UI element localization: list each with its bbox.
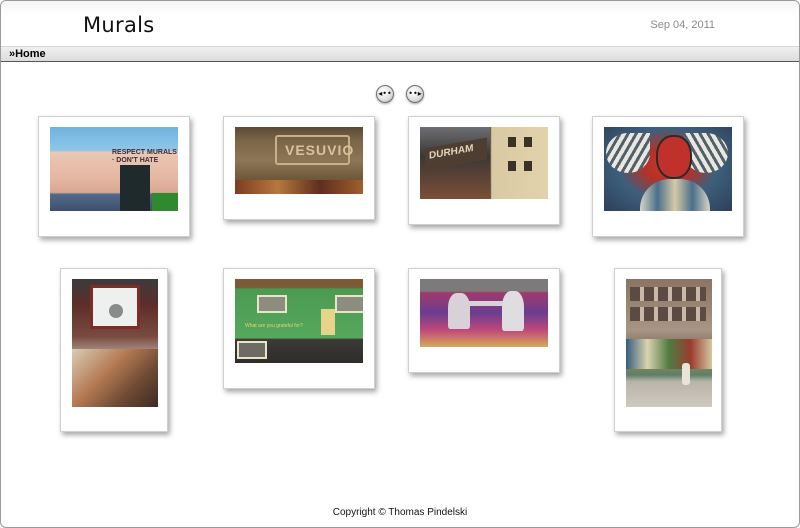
home-link[interactable]: »Home (9, 48, 46, 60)
red-face-mural-photo[interactable] (604, 127, 732, 211)
green-building-photo[interactable]: What are you grateful for? (235, 279, 363, 363)
thumbnail-card[interactable]: RESPECT MURALS · DON'T HATE (38, 116, 190, 237)
page-header: Murals Sep 04, 2011 (1, 1, 799, 47)
mural-text: RESPECT MURALS · DON'T HATE (112, 149, 177, 164)
page-title: Murals (83, 13, 155, 37)
two-faces-mural-photo[interactable] (420, 279, 548, 347)
arrow-right-circle-icon: ••▸ (408, 89, 422, 98)
street-graffiti-photo[interactable] (626, 279, 712, 407)
thumbnail-card[interactable]: VESUVIO (223, 116, 375, 220)
mural-text: DURHAM (429, 142, 474, 162)
thumbnail-card[interactable] (592, 116, 744, 237)
thumbnail-card[interactable] (614, 268, 722, 432)
next-page-button[interactable]: ••▸ (406, 85, 424, 103)
arrow-left-circle-icon: ◂•• (378, 89, 392, 98)
browser-window: Murals Sep 04, 2011 »Home ◂•• ••▸ RESPEC… (0, 0, 800, 528)
mural-text: What are you grateful for? (245, 323, 303, 329)
gallery-pager: ◂•• ••▸ (376, 85, 426, 105)
thumbnail-card[interactable]: DURHAM (408, 116, 560, 225)
previous-page-button[interactable]: ◂•• (376, 85, 394, 103)
window-mural-photo[interactable] (72, 279, 158, 407)
mural-text: VESUVIO (285, 142, 355, 158)
copyright-footer: Copyright © Thomas Pindelski (332, 507, 468, 518)
page-date: Sep 04, 2011 (650, 19, 715, 31)
respect-mural-photo[interactable]: RESPECT MURALS · DON'T HATE (50, 127, 178, 211)
breadcrumb-bar: »Home (1, 47, 799, 62)
thumbnail-card[interactable] (408, 268, 560, 373)
thumbnail-card[interactable] (60, 268, 168, 432)
vesuvio-mural-photo[interactable]: VESUVIO (235, 127, 363, 194)
thumbnail-card[interactable]: What are you grateful for? (223, 268, 375, 389)
durham-building-photo[interactable]: DURHAM (420, 127, 548, 199)
